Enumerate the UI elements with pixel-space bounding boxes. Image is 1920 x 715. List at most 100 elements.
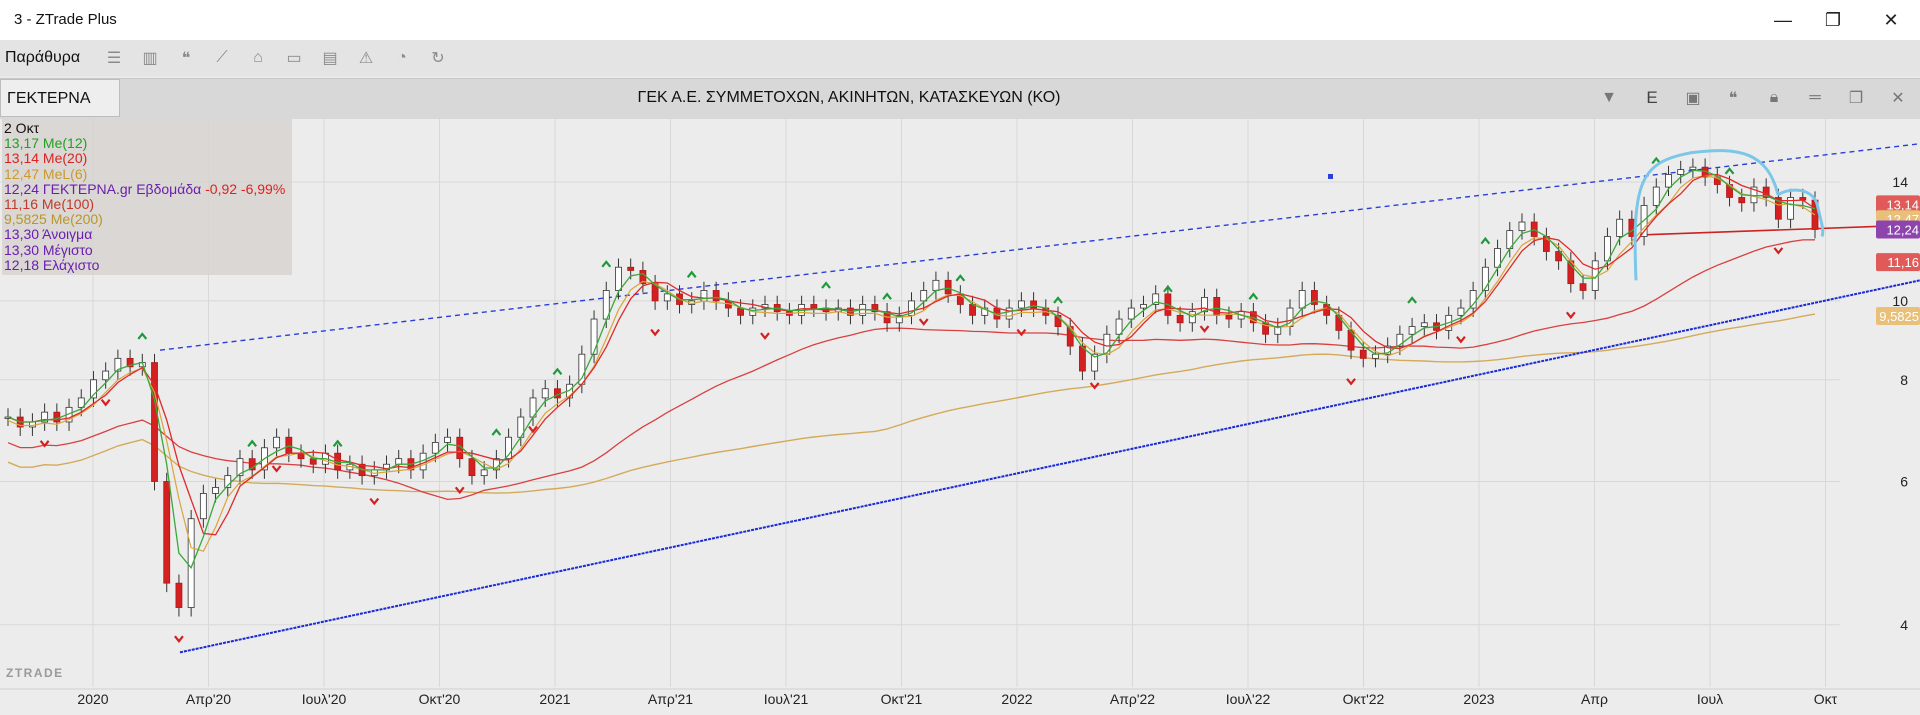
candle <box>1457 307 1465 316</box>
candle <box>175 582 183 608</box>
warning-icon[interactable]: ⚠ <box>355 48 377 68</box>
symbol-input[interactable]: ΓΕΚΤΕΡΝΑ <box>0 79 120 117</box>
candle <box>1127 307 1135 320</box>
legend-line: 11,16 Me(100) <box>4 196 95 213</box>
price-tag-label: 11,16 <box>1887 255 1919 270</box>
chat-icon[interactable]: ❝ <box>1721 87 1745 109</box>
refresh-icon[interactable]: ↻ <box>427 48 449 68</box>
candle <box>480 469 488 477</box>
watermark: ZTRADE <box>6 666 64 680</box>
legend-line: 13,30 Μέγιστο <box>4 241 93 258</box>
candle <box>1689 166 1697 170</box>
candle <box>309 458 317 465</box>
chat-icon[interactable]: ❝ <box>175 48 197 68</box>
x-tick-label: Ιουλ <box>1697 691 1723 707</box>
candle <box>944 279 952 295</box>
x-tick-label: 2023 <box>1463 691 1494 707</box>
title-bar: 3 - ZTrade Plus — ❐ ✕ <box>0 0 1920 40</box>
candle <box>969 304 976 316</box>
x-tick-label: Ιουλ'20 <box>302 691 347 707</box>
candle <box>163 481 171 584</box>
candle <box>1665 174 1672 188</box>
legend-line: 9,5825 Me(200) <box>4 211 103 228</box>
y-tick-label: 6 <box>1900 473 1908 489</box>
book-icon[interactable]: ▥ <box>139 48 161 68</box>
candle <box>1738 197 1746 204</box>
e-button[interactable]: E <box>1640 87 1664 109</box>
y-tick-label: 14 <box>1892 174 1908 190</box>
candle <box>1298 290 1306 309</box>
candle <box>615 266 622 291</box>
x-tick-label: Απρ'21 <box>648 691 693 707</box>
price-tag-label: 9,5825 <box>1879 309 1919 324</box>
minimize-button[interactable]: — <box>1760 0 1806 40</box>
x-tick-label: Οκτ <box>1814 691 1838 707</box>
x-tick-label: Οκτ'20 <box>419 691 461 707</box>
x-tick-label: Απρ'20 <box>186 691 231 707</box>
candle <box>431 442 439 454</box>
candle <box>1115 318 1123 335</box>
channel-marker <box>1328 173 1333 179</box>
candle <box>273 436 281 449</box>
legend-main-text: 12,24 ΓΕΚΤΕΡΝΑ.gr Εβδομάδα <box>4 180 206 197</box>
legend-line: 13,30 Άνοιγμα <box>4 226 93 243</box>
price-tag-label: 12,24 <box>1886 222 1919 237</box>
company-name: ΓΕΚ Α.Ε. ΣΥΜΜΕΤΟΧΩΝ, ΑΚΙΝΗΤΩΝ, ΚΑΤΑΣΚΕΥΩ… <box>637 89 1061 106</box>
legend-date: 2 Οκτ <box>4 120 40 136</box>
x-tick-label: 2020 <box>77 691 108 707</box>
candle <box>1359 349 1367 359</box>
candle <box>1518 221 1526 232</box>
clipboard-icon[interactable]: ▤ <box>319 48 341 68</box>
candle <box>1103 333 1111 355</box>
candle <box>285 436 293 454</box>
candle <box>1677 169 1685 175</box>
lock-icon[interactable]: 🔒︎ <box>1762 87 1786 109</box>
candle <box>1616 218 1624 237</box>
chevron-down-icon[interactable]: ▼ <box>1597 87 1621 109</box>
candle <box>1176 314 1184 324</box>
toolbar: Παράθυρα ☰ ▥ ❝ ⟋ ⌂ ▭ ▤ ⚠ ◔ ↻ <box>0 40 1920 76</box>
candle <box>590 318 598 355</box>
y-tick-label: 10 <box>1892 293 1908 309</box>
candle <box>1005 307 1013 320</box>
panel-icon[interactable]: ▣ <box>1681 87 1705 109</box>
candle <box>1652 186 1660 206</box>
candle <box>663 293 671 302</box>
candle <box>1140 304 1147 309</box>
candle <box>541 388 549 399</box>
y-tick-label: 4 <box>1900 617 1908 633</box>
legend-line: 12,24 ΓΕΚΤΕΡΝΑ.gr Εβδομάδα -0,92 -6,99% <box>4 180 292 197</box>
window-title: 3 - ZTrade Plus <box>14 11 117 28</box>
legend-line: 12,18 Ελάχιστο <box>4 256 100 273</box>
list-icon[interactable]: ☰ <box>103 48 125 68</box>
close-button[interactable]: ✕ <box>1868 0 1914 40</box>
close-chart-icon[interactable]: ✕ <box>1886 87 1910 109</box>
rss-icon[interactable]: ◔ <box>391 48 413 68</box>
bank-icon[interactable]: ⌂ <box>247 48 269 68</box>
candle <box>1225 314 1233 320</box>
candle <box>1017 300 1025 309</box>
windows-menu[interactable]: Παράθυρα <box>5 49 80 67</box>
candle <box>1408 326 1416 335</box>
chart-line-icon[interactable]: ⟋ <box>211 48 233 68</box>
candle <box>810 304 818 309</box>
x-tick-label: Ιουλ'22 <box>1226 691 1271 707</box>
candle <box>102 370 110 381</box>
menu-lines-icon[interactable]: ═ <box>1803 87 1827 109</box>
candle <box>1420 322 1428 327</box>
candle <box>395 458 403 465</box>
legend-change-text: -0,92 -6,99% <box>205 180 286 197</box>
y-tick-label: 8 <box>1900 372 1908 388</box>
candle <box>1579 283 1587 291</box>
x-tick-label: 2022 <box>1001 691 1032 707</box>
restore-window-icon[interactable]: ❐ <box>1844 87 1868 109</box>
x-tick-label: Οκτ'22 <box>1343 691 1385 707</box>
x-tick-label: Απρ <box>1581 691 1608 707</box>
x-tick-label: Απρ'22 <box>1110 691 1155 707</box>
restore-button[interactable]: ❐ <box>1810 0 1856 40</box>
candle <box>468 458 476 477</box>
candle <box>444 436 451 443</box>
x-tick-label: 2021 <box>539 691 570 707</box>
symbol-bar: ΓΕΚΤΕΡΝΑ ΓΕΚ Α.Ε. ΣΥΜΜΕΤΟΧΩΝ, ΑΚΙΝΗΤΩΝ, … <box>0 78 1920 120</box>
inbox-icon[interactable]: ▭ <box>283 48 305 68</box>
